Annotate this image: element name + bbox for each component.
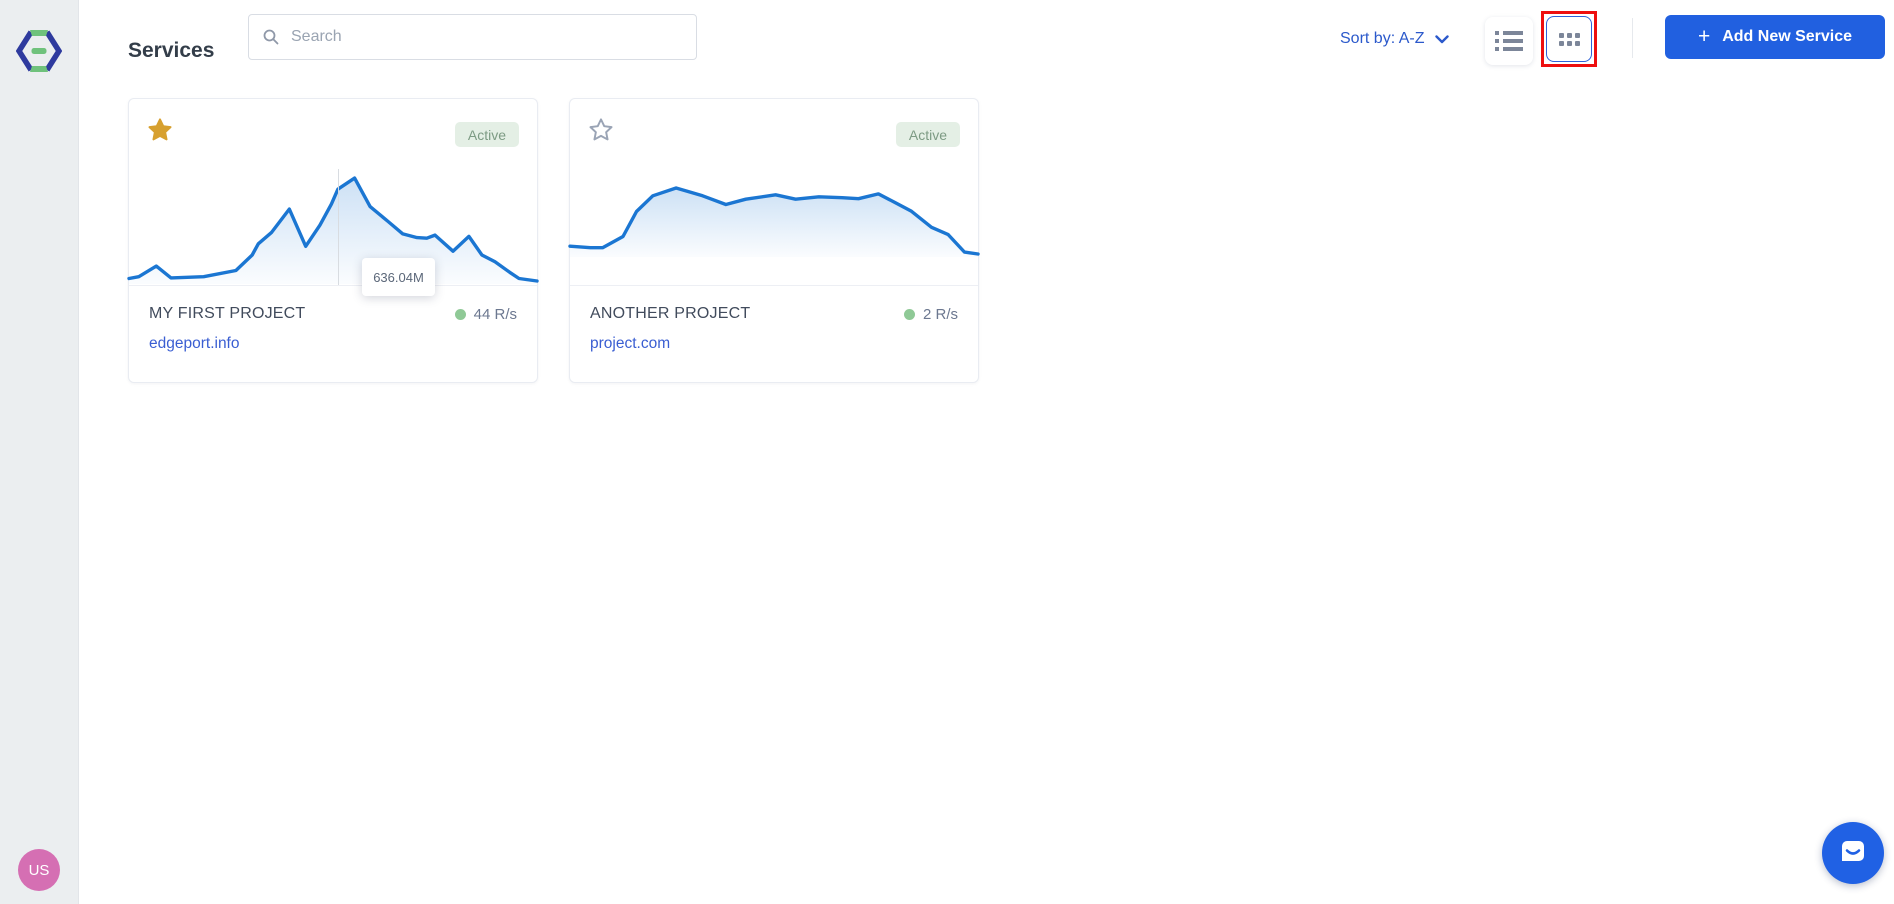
list-view-icon bbox=[1495, 31, 1523, 51]
service-card[interactable]: Active 636.04M MY FIRST PROJECT 44 R/s e… bbox=[127, 98, 539, 383]
status-badge: Active bbox=[895, 122, 960, 147]
chat-bubble-icon bbox=[1842, 841, 1864, 861]
service-domain-link[interactable]: edgeport.info bbox=[149, 335, 240, 353]
grid-view-icon bbox=[1558, 32, 1580, 46]
search-box bbox=[248, 14, 697, 60]
status-dot-icon bbox=[903, 308, 915, 320]
request-rate: 44 R/s bbox=[454, 306, 517, 323]
favorite-star-icon[interactable] bbox=[588, 117, 614, 143]
add-new-service-button[interactable]: + Add New Service bbox=[1665, 15, 1885, 59]
card-info: ANOTHER PROJECT 2 R/s project.com bbox=[570, 285, 978, 382]
chart-tooltip: 636.04M bbox=[362, 258, 435, 296]
sort-by-dropdown[interactable]: Sort by: A-Z bbox=[1340, 30, 1450, 48]
sort-by-label: Sort by: A-Z bbox=[1340, 30, 1425, 47]
sidebar: US bbox=[0, 0, 79, 904]
header-divider bbox=[1632, 18, 1633, 58]
chart-crosshair bbox=[338, 169, 339, 285]
service-domain-link[interactable]: project.com bbox=[590, 335, 670, 353]
card-info: MY FIRST PROJECT 44 R/s edgeport.info bbox=[129, 285, 537, 382]
chevron-down-icon bbox=[1435, 34, 1450, 43]
app-logo-icon[interactable] bbox=[16, 29, 62, 73]
service-name: MY FIRST PROJECT bbox=[149, 305, 306, 322]
add-new-service-label: Add New Service bbox=[1722, 28, 1853, 45]
grid-view-button[interactable] bbox=[1546, 16, 1592, 62]
traffic-chart bbox=[568, 186, 980, 257]
search-icon bbox=[263, 29, 279, 45]
page-title: Services bbox=[128, 39, 215, 63]
service-name: ANOTHER PROJECT bbox=[590, 305, 751, 322]
app-screen: US Services Sort by: A-Z + Add New Servi… bbox=[0, 0, 1894, 904]
status-dot-icon bbox=[454, 308, 466, 320]
favorite-star-icon[interactable] bbox=[147, 117, 173, 143]
traffic-chart bbox=[127, 176, 539, 284]
user-avatar[interactable]: US bbox=[18, 849, 60, 891]
plus-icon: + bbox=[1697, 24, 1711, 48]
chat-launcher-button[interactable] bbox=[1822, 822, 1884, 884]
status-badge: Active bbox=[454, 122, 519, 147]
request-rate: 2 R/s bbox=[903, 306, 958, 323]
services-grid: Active 636.04M MY FIRST PROJECT 44 R/s e… bbox=[127, 98, 980, 383]
list-view-button[interactable] bbox=[1485, 17, 1533, 65]
service-card[interactable]: Active ANOTHER PROJECT 2 R/s project.com bbox=[568, 98, 980, 383]
search-input[interactable] bbox=[289, 27, 682, 47]
